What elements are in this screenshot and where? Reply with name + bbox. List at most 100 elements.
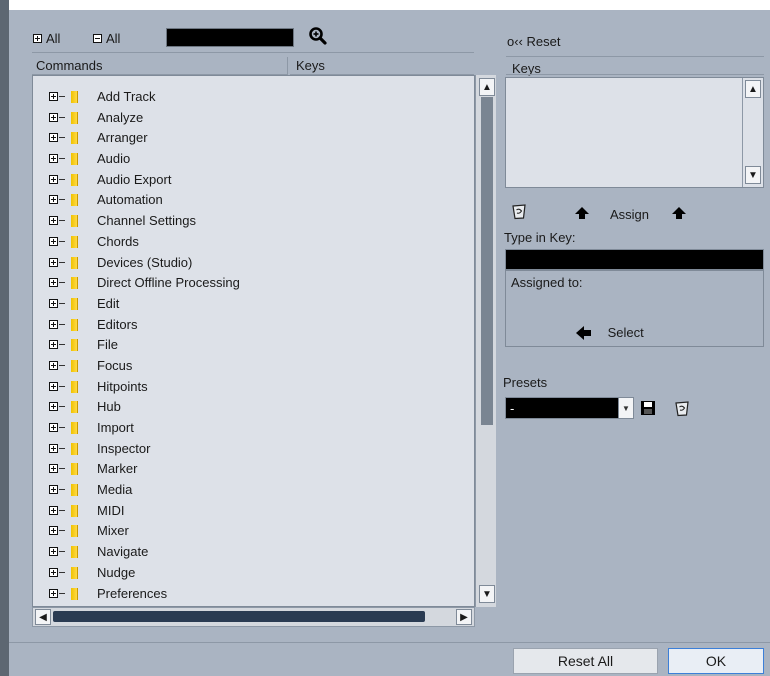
save-preset-button[interactable] — [640, 400, 656, 419]
search-input[interactable] — [166, 28, 294, 47]
tree-item[interactable]: Devices (Studio) — [33, 252, 474, 273]
tree-item[interactable]: Inspector — [33, 438, 474, 459]
folder-icon — [71, 463, 78, 476]
commands-tree-list: Add Track Analyze Arranger Audio Audio Expor… — [33, 86, 474, 604]
tree-item[interactable]: File — [33, 334, 474, 355]
tree-item-label: Chords — [97, 233, 139, 249]
tree-item[interactable]: Audio Export — [33, 169, 474, 190]
preset-select[interactable]: - ▼ — [505, 397, 634, 419]
expand-icon[interactable] — [49, 216, 58, 226]
tree-item[interactable]: Audio — [33, 148, 474, 169]
tree-item[interactable]: Add Track — [33, 86, 474, 107]
tree-item[interactable]: Edit — [33, 293, 474, 314]
delete-key-button[interactable] — [511, 203, 527, 223]
type-in-key-text: Type in Key: — [504, 230, 576, 245]
tree-item[interactable]: Chords — [33, 231, 474, 252]
commands-column-header[interactable]: Commands — [32, 57, 288, 75]
expand-icon[interactable] — [49, 236, 58, 246]
expand-icon[interactable] — [49, 526, 58, 536]
folder-icon — [71, 401, 78, 414]
expand-all-button[interactable]: All — [33, 31, 60, 46]
expand-icon[interactable] — [49, 567, 58, 577]
horizontal-scroll-thumb[interactable] — [53, 611, 425, 622]
expand-icon[interactable] — [49, 423, 58, 432]
tree-branch-line — [59, 323, 65, 325]
tree-item[interactable]: Nudge — [33, 562, 474, 583]
tree-item[interactable]: Hub — [33, 396, 474, 417]
tree-item[interactable]: MIDI — [33, 500, 474, 521]
reset-all-button[interactable]: Reset All — [513, 648, 658, 674]
tree-item-label: Arranger — [97, 130, 148, 146]
tree-item-label: Media — [97, 482, 133, 498]
tree-item[interactable]: Arranger — [33, 127, 474, 148]
expand-icon[interactable] — [49, 133, 58, 143]
keys-column-header[interactable]: Keys — [290, 57, 474, 75]
tree-item[interactable]: Preferences — [33, 583, 474, 604]
expand-icon[interactable] — [49, 92, 58, 101]
keys-scrollbar[interactable]: ▲ ▼ — [742, 78, 763, 187]
expand-icon[interactable] — [49, 298, 58, 308]
expand-icon[interactable] — [49, 464, 58, 474]
tree-item[interactable]: Navigate — [33, 541, 474, 562]
assign-button[interactable]: Assign — [610, 207, 649, 222]
tree-item[interactable]: Mixer — [33, 520, 474, 541]
up-arrow-icon — [575, 207, 589, 219]
expand-icon[interactable] — [49, 402, 58, 412]
tree-item[interactable]: Media — [33, 479, 474, 500]
expand-icon[interactable] — [49, 505, 58, 515]
expand-icon[interactable] — [49, 381, 58, 391]
scroll-up-button[interactable]: ▲ — [479, 78, 495, 96]
keys-list[interactable]: ▲ ▼ — [505, 77, 764, 188]
keys-header-divider — [506, 74, 764, 75]
expand-icon[interactable] — [49, 278, 58, 288]
expand-icon[interactable] — [49, 360, 58, 370]
tree-item[interactable]: Focus — [33, 355, 474, 376]
tree-item-label: Editors — [97, 316, 138, 332]
expand-icon[interactable] — [49, 319, 58, 329]
keys-scroll-down-button[interactable]: ▼ — [745, 166, 761, 184]
tree-item[interactable]: Analyze — [33, 107, 474, 128]
expand-icon[interactable] — [49, 154, 58, 164]
expand-icon[interactable] — [49, 547, 58, 557]
reset-shortcut-button[interactable]: o‹‹ Reset — [507, 34, 560, 49]
search-button[interactable] — [308, 26, 328, 46]
assign-label: Assign — [610, 207, 650, 222]
tree-item[interactable]: Marker — [33, 458, 474, 479]
vertical-scroll-thumb[interactable] — [481, 97, 493, 425]
horizontal-scrollbar[interactable]: ◀ ▶ — [32, 607, 475, 627]
folder-icon — [71, 422, 78, 434]
folder-icon — [71, 91, 78, 103]
tree-item[interactable]: Hitpoints — [33, 376, 474, 397]
tree-item[interactable]: Channel Settings — [33, 210, 474, 231]
delete-preset-button[interactable] — [674, 400, 690, 420]
tree-item-label: Hitpoints — [97, 378, 148, 394]
ok-button[interactable]: OK — [668, 648, 764, 674]
expand-icon[interactable] — [49, 485, 58, 495]
tree-item[interactable]: Direct Offline Processing — [33, 272, 474, 293]
select-button[interactable]: Select — [576, 324, 644, 340]
commands-tree[interactable]: Add Track Analyze Arranger Audio Audio Expor… — [32, 75, 475, 607]
vertical-scrollbar[interactable]: ▲ ▼ — [475, 75, 496, 607]
tree-item-label: Inspector — [97, 440, 151, 456]
expand-icon[interactable] — [49, 174, 58, 184]
assign-up-arrow-left[interactable] — [575, 207, 589, 219]
assign-up-arrow-right[interactable] — [672, 207, 686, 219]
type-in-key-input[interactable] — [505, 249, 764, 270]
expand-icon[interactable] — [49, 588, 58, 598]
expand-icon[interactable] — [49, 443, 58, 453]
expand-icon[interactable] — [49, 195, 58, 205]
collapse-all-button[interactable]: All — [93, 31, 120, 46]
scroll-right-button[interactable]: ▶ — [456, 609, 472, 625]
tree-item[interactable]: Import — [33, 417, 474, 438]
scroll-left-button[interactable]: ◀ — [35, 609, 51, 625]
expand-icon[interactable] — [49, 257, 58, 267]
tree-item[interactable]: Editors — [33, 314, 474, 335]
tree-item-label: Devices (Studio) — [97, 254, 193, 270]
scroll-down-button[interactable]: ▼ — [479, 585, 495, 603]
expand-icon[interactable] — [49, 340, 58, 350]
tree-item[interactable]: Automation — [33, 189, 474, 210]
folder-icon — [71, 587, 78, 600]
tree-item-label: Direct Offline Processing — [97, 275, 240, 291]
keys-scroll-up-button[interactable]: ▲ — [745, 80, 761, 98]
expand-icon[interactable] — [49, 112, 58, 122]
